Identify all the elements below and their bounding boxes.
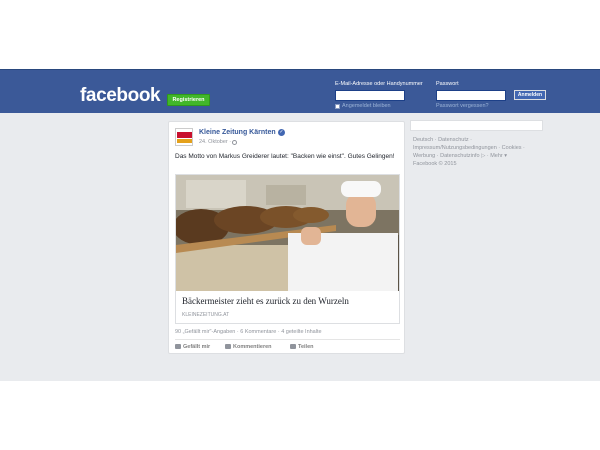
facebook-page: facebook Registrieren E-Mail-Adresse ode… — [0, 0, 600, 450]
page-name-link[interactable]: Kleine Zeitung Kärnten — [199, 129, 276, 136]
login-button[interactable]: Anmelden — [514, 90, 546, 100]
footer-links[interactable]: Deutsch · Datenschutz · Impressum/Nutzun… — [413, 136, 543, 160]
register-button[interactable]: Registrieren — [167, 94, 210, 106]
password-input[interactable] — [436, 90, 506, 101]
forgot-password-link[interactable]: Passwort vergessen? — [436, 103, 489, 109]
thumbs-up-icon — [175, 344, 181, 350]
like-button[interactable]: Gefällt mir — [175, 344, 210, 350]
post-card: Kleine Zeitung Kärnten ✓ 24. Oktober · D… — [168, 121, 405, 354]
email-input[interactable] — [335, 90, 405, 101]
link-title[interactable]: Bäckermeister zieht es zurück zu den Wur… — [182, 296, 349, 306]
right-column-box — [410, 120, 543, 131]
facebook-logo[interactable]: facebook — [80, 85, 161, 107]
like-label: Gefällt mir — [183, 344, 211, 350]
password-label: Passwort — [436, 81, 459, 87]
post-stats[interactable]: 90 „Gefällt mir"-Angaben · 6 Kommentare … — [175, 329, 322, 335]
post-timestamp[interactable]: 24. Oktober · — [199, 139, 231, 145]
comment-icon — [225, 344, 231, 350]
remember-me-label[interactable]: Angemeldet bleiben — [342, 103, 391, 109]
shared-link-card[interactable]: Bäckermeister zieht es zurück zu den Wur… — [175, 174, 400, 324]
footer-copyright: Facebook © 2015 — [413, 161, 457, 167]
page-avatar[interactable] — [175, 128, 193, 146]
divider — [175, 339, 400, 340]
share-label: Teilen — [298, 344, 314, 350]
link-domain: KLEINEZEITUNG.AT — [182, 312, 230, 318]
comment-label: Kommentieren — [233, 344, 272, 350]
comment-button[interactable]: Kommentieren — [225, 344, 272, 350]
verified-badge-icon: ✓ — [278, 129, 285, 136]
share-arrow-icon — [290, 344, 296, 350]
top-navigation-bar: facebook Registrieren E-Mail-Adresse ode… — [0, 69, 600, 113]
email-label: E-Mail-Adresse oder Handynummer — [335, 81, 423, 87]
link-preview-image[interactable] — [176, 175, 399, 291]
post-text: Das Motto von Markus Greiderer lautet: "… — [175, 153, 395, 160]
share-button[interactable]: Teilen — [290, 344, 314, 350]
globe-icon — [232, 140, 237, 145]
remember-me-checkbox[interactable] — [335, 104, 340, 109]
main-content: Kleine Zeitung Kärnten ✓ 24. Oktober · D… — [0, 113, 600, 381]
baker-photo — [176, 175, 399, 291]
